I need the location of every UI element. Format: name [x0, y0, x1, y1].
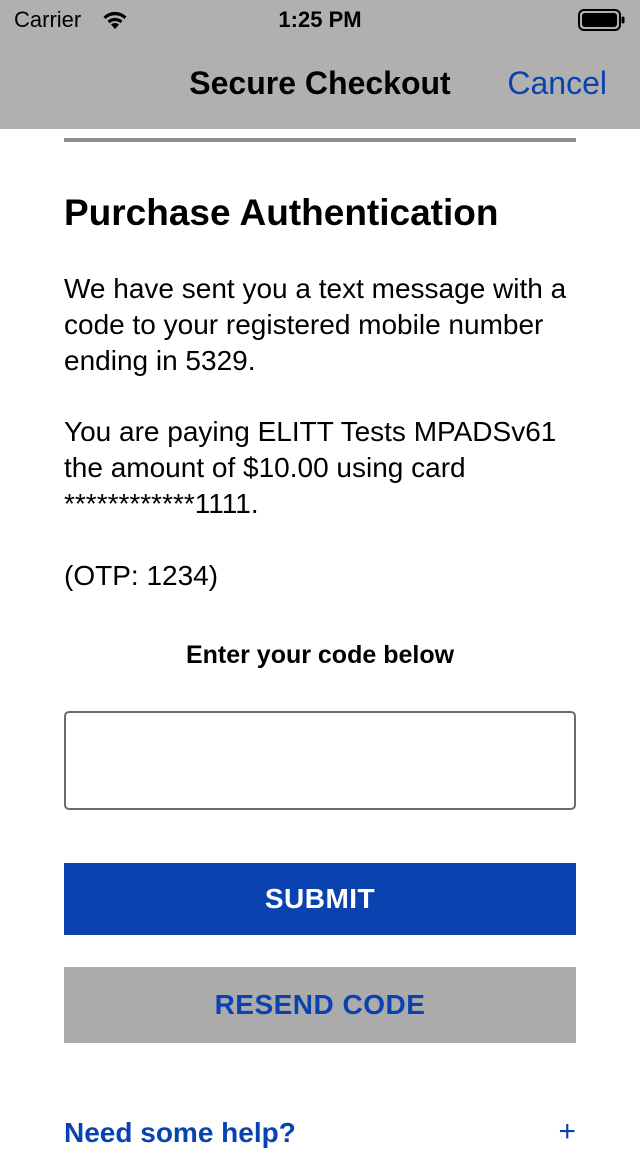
divider	[64, 138, 576, 142]
navigation-bar: Secure Checkout Cancel	[0, 40, 640, 129]
payment-summary: You are paying ELITT Tests MPADSv61 the …	[64, 416, 557, 519]
status-bar: Carrier 1:25 PM	[0, 0, 640, 40]
form-heading: Purchase Authentication	[64, 192, 499, 233]
resend-code-button[interactable]: RESEND CODE	[64, 967, 576, 1043]
submit-button[interactable]: SUBMIT	[64, 863, 576, 935]
expand-plus-icon[interactable]: +	[558, 1115, 576, 1149]
cancel-button[interactable]: Cancel	[507, 65, 607, 102]
help-section: Need some help? +	[64, 1115, 576, 1157]
code-input[interactable]	[64, 711, 576, 810]
sms-sent-message: We have sent you a text message with a c…	[64, 273, 567, 376]
otp-hint: (OTP: 1234)	[64, 560, 219, 591]
battery-icon	[578, 9, 625, 31]
help-link[interactable]: Need some help?	[64, 1117, 296, 1149]
status-time: 1:25 PM	[278, 7, 362, 32]
code-field-label: Enter your code below	[185, 641, 455, 669]
